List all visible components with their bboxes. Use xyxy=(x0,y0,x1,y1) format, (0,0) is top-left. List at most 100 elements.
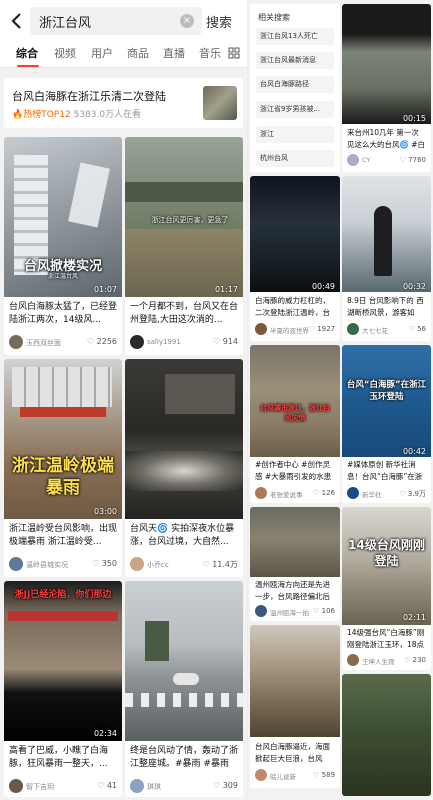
author-name: 老张爱说事 xyxy=(270,491,303,499)
search-input[interactable]: 浙江台风 × xyxy=(30,7,202,35)
heart-icon: ♡ xyxy=(313,771,322,779)
clear-search-icon[interactable]: × xyxy=(180,14,194,28)
tab-live[interactable]: 直播 xyxy=(163,45,185,61)
video-duration: 00:49 xyxy=(311,282,335,291)
video-card[interactable] xyxy=(342,674,431,796)
like-count: ♡ 309 xyxy=(213,781,238,790)
video-card[interactable]: 00:49 白海豚的威力杠杠的，二次登陆浙江温岭，台州... 半夏的夜世界 ♡ … xyxy=(250,176,340,341)
video-thumbnail xyxy=(125,581,243,741)
video-duration: 03:00 xyxy=(93,507,117,516)
like-count: ♡ 106 xyxy=(313,607,335,615)
tab-video[interactable]: 视频 xyxy=(54,45,76,61)
hot-topic-thumbnail xyxy=(203,86,237,120)
video-duration: 00:42 xyxy=(402,447,426,456)
avatar xyxy=(347,154,359,166)
video-thumbnail xyxy=(125,359,243,519)
tab-goods[interactable]: 商品 xyxy=(127,45,149,61)
author-name: sally1991 xyxy=(147,338,181,346)
heart-icon: ♡ xyxy=(308,325,318,333)
video-card[interactable]: 台风白海豚逼近，海面掀起巨大巨浪，台风天，... 皖儿说新 ♡ 589 xyxy=(250,625,340,788)
like-count: ♡ 230 xyxy=(404,656,426,664)
avatar xyxy=(347,654,359,666)
video-card[interactable]: 台风掀楼实况 浙江温台风 01:07 台风白海豚太猛了，已经登陆浙江两次，14级… xyxy=(4,137,122,355)
hot-topic-banner[interactable]: 台风白海豚在浙江乐清二次登陆 🔥热榜TOP12 5383.0万人在看 xyxy=(4,78,243,128)
video-card[interactable]: 台风天🌀 实拍深夜水位暴涨，台风过境，大自然... 小乔cc ♡ 11.4万 xyxy=(125,359,243,577)
avatar xyxy=(9,335,23,349)
avatar xyxy=(130,335,144,349)
author-name: 新华社 xyxy=(362,491,382,499)
avatar xyxy=(130,557,144,571)
search-button[interactable]: 搜索 xyxy=(206,12,232,31)
video-card[interactable]: 浙江温岭极端暴雨 03:00 浙江温岭受台风影响，出现极端暴雨 浙江温岭受...… xyxy=(4,359,122,577)
author-name: 温州瓯海一拍 xyxy=(270,609,309,617)
video-card[interactable]: 浙江台风更厉害，更急了 01:17 一个月都不到，台风又在台州登陆,大田这次淌的… xyxy=(125,137,243,355)
video-caption: 14级强台风“白海豚”刚刚登陆浙江玉环，18点40... xyxy=(347,628,425,653)
author-name: 琪琪 xyxy=(147,783,161,791)
video-caption: 温州瓯海方向还是先进一步，台风路径偏北后登... xyxy=(255,580,330,601)
tab-all[interactable]: 综合 xyxy=(16,45,38,61)
video-overlay-title: 台风“白海豚”在浙江玉环登陆 xyxy=(346,380,427,402)
heart-icon: ♡ xyxy=(404,656,413,664)
video-duration: 00:32 xyxy=(402,282,426,291)
heart-icon: ♡ xyxy=(213,781,223,790)
result-tabs: 综合 视频 用户 商品 直播 音乐 xyxy=(0,42,247,68)
back-arrow-icon[interactable] xyxy=(8,10,26,32)
related-search-item[interactable]: 浙江省9岁男孩被... xyxy=(256,101,334,118)
hot-topic-meta: 🔥热榜TOP12 5383.0万人在看 xyxy=(12,107,141,120)
author-name: 半夏的夜世界 xyxy=(270,327,309,335)
video-card[interactable]: 00:15 来台州10几年 第一次见这么大的台风🌀 #白海豚 CY ♡ 7760 xyxy=(342,4,431,172)
author-name: 温岭县城实况 xyxy=(26,561,68,569)
video-duration: 01:17 xyxy=(214,285,238,294)
heart-icon: ♡ xyxy=(399,156,409,164)
heart-icon: ♡ xyxy=(313,607,322,615)
video-card[interactable]: 终是台风动了情，轰动了浙江整座城。#暴雨 #暴雨 琪琪 ♡ 309 xyxy=(125,581,243,797)
like-count: ♡ 350 xyxy=(92,559,117,568)
video-card[interactable]: 00:32 8.9日 台风影响下的 西湖断桥风景，游客如织... 大七七花 ♡ … xyxy=(342,176,431,341)
related-search-item[interactable]: 浙江台风最新消息 xyxy=(256,52,334,69)
video-card[interactable]: 14级台风刚刚登陆 02:11 14级强台风“白海豚”刚刚登陆浙江玉环，18点4… xyxy=(342,507,431,670)
filter-menu-icon[interactable] xyxy=(227,46,241,60)
related-searches-title: 相关搜索 xyxy=(258,13,290,22)
like-count: ♡ 914 xyxy=(213,337,238,346)
search-header: 浙江台风 × 搜索 综合 视频 用户 商品 直播 音乐 xyxy=(0,0,247,68)
video-card[interactable]: 浙JJ已经沦陷，你们那边 02:34 高看了巴威，小瞧了白海豚，狂风暴雨一整天，… xyxy=(4,581,122,797)
video-card[interactable]: 台风袭击浙江，浙江台风灾情 #创作者中心 #创作灵感 #大暴雨引发的水患大...… xyxy=(250,345,340,503)
related-search-item[interactable]: 杭州台风 xyxy=(256,150,334,167)
video-caption: 台风白海豚太猛了，已经登陆浙江两次，14级风... xyxy=(9,302,117,325)
heart-icon: ♡ xyxy=(202,560,213,569)
related-searches: 相关搜索 浙江台风13人死亡 浙江台风最新消息 台风白海豚路径 浙江省9岁男孩被… xyxy=(250,4,340,172)
like-count: ♡ 11.4万 xyxy=(202,560,238,569)
avatar xyxy=(9,779,23,793)
avatar xyxy=(255,769,267,781)
avatar xyxy=(255,605,267,617)
related-search-item[interactable]: 台风白海豚路径 xyxy=(256,76,334,93)
video-overlay-title: 台风袭击浙江，浙江台风灾情 xyxy=(260,404,330,422)
video-caption: 浙江温岭受台风影响，出现极端暴雨 浙江温岭受... xyxy=(9,524,117,547)
tab-users[interactable]: 用户 xyxy=(91,45,113,61)
video-thumbnail xyxy=(250,625,340,737)
video-thumbnail xyxy=(342,674,431,796)
video-thumbnail xyxy=(250,507,340,577)
author-name: 大七七花 xyxy=(362,327,388,335)
video-thumbnail xyxy=(4,581,122,741)
video-duration: 00:15 xyxy=(402,114,426,123)
heart-icon: ♡ xyxy=(399,490,408,498)
author-name: 王坤人生观 xyxy=(362,658,395,666)
related-search-item[interactable]: 浙江台风13人死亡 xyxy=(256,28,334,45)
related-search-item[interactable]: 浙江 xyxy=(256,126,334,143)
tab-music[interactable]: 音乐 xyxy=(199,45,221,61)
video-card[interactable]: 台风“白海豚”在浙江玉环登陆 00:42 #媒体原创 新华社消息！台风“白海豚”… xyxy=(342,345,431,503)
video-thumbnail xyxy=(250,345,340,457)
avatar xyxy=(255,487,267,499)
video-caption: 台风天🌀 实拍深夜水位暴涨，台风过境，大自然... xyxy=(130,524,235,547)
like-count: ♡ 41 xyxy=(97,781,117,790)
heart-icon: ♡ xyxy=(97,781,107,790)
author-name: 智下吉玥 xyxy=(26,783,54,791)
video-caption: 来台州10几年 第一次见这么大的台风🌀 #白海豚 xyxy=(347,128,426,153)
video-overlay-title: 浙江台风更厉害，更急了 xyxy=(151,216,229,224)
video-caption: #创作者中心 #创作灵感 #大暴雨引发的水患大... xyxy=(255,460,332,485)
like-count: ♡ 56 xyxy=(408,325,426,333)
video-card[interactable]: 温州瓯海方向还是先进一步，台风路径偏北后登... 温州瓯海一拍 ♡ 106 xyxy=(250,507,340,621)
author-name: 小乔cc xyxy=(147,561,169,569)
video-duration: 01:07 xyxy=(93,285,117,294)
